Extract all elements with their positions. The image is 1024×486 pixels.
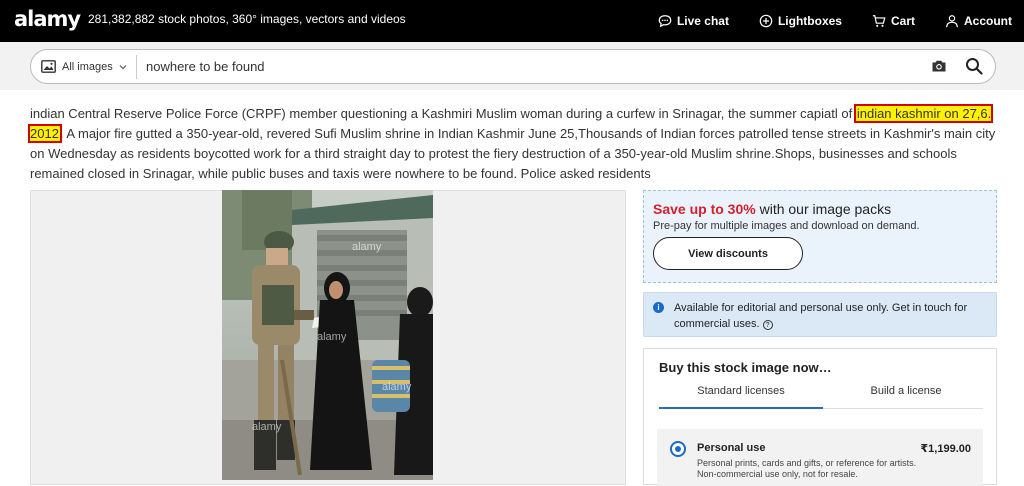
top-bar: alamy 281,382,882 stock photos, 360° ima… — [0, 0, 1024, 42]
photo-illustration: alamy alamy alamy alamy — [222, 190, 433, 480]
cart-icon — [872, 15, 886, 27]
usage-notice-text: Available for editorial and personal use… — [674, 300, 984, 332]
image-type-dropdown[interactable]: All images — [41, 50, 137, 83]
lightboxes-link[interactable]: Lightboxes — [759, 14, 842, 28]
promo-headline-rest: with our image packs — [755, 201, 892, 217]
lightboxes-label: Lightboxes — [777, 14, 842, 28]
watermark: alamy — [252, 421, 282, 433]
image-icon — [41, 60, 56, 73]
usage-notice: i Available for editorial and personal u… — [643, 292, 997, 337]
plus-circle-icon — [759, 14, 773, 28]
site-tagline: 281,382,882 stock photos, 360° images, v… — [88, 12, 406, 26]
top-nav: Live chat Lightboxes Cart Account — [628, 0, 1012, 42]
license-price: ₹1,199.00 — [920, 443, 971, 455]
live-chat-link[interactable]: Live chat — [658, 14, 729, 28]
license-option-personal-use[interactable]: Personal use ₹1,199.00 Personal prints, … — [657, 429, 983, 486]
filter-divider — [136, 55, 137, 79]
image-description: indian Central Reserve Police Force (CRP… — [27, 104, 1002, 184]
buy-title: Buy this stock image now… — [659, 360, 832, 375]
search-area: All images nowhere to be found — [0, 42, 1024, 90]
view-discounts-button[interactable]: View discounts — [653, 237, 803, 270]
promo-discount: Save up to 30% — [653, 201, 756, 217]
promo-headline: Save up to 30% with our image packs — [653, 201, 891, 217]
watermark: alamy — [382, 381, 412, 393]
account-label: Account — [964, 14, 1012, 28]
image-pack-promo: Save up to 30% with our image packs Pre-… — [643, 190, 997, 283]
personal-use-radio[interactable] — [670, 441, 686, 457]
description-text: indian Central Reserve Police Force (CRP… — [30, 106, 856, 121]
user-icon — [946, 15, 958, 28]
search-input[interactable]: nowhere to be found — [146, 59, 265, 74]
license-name: Personal use — [697, 442, 766, 454]
tab-standard-licenses[interactable]: Standard licenses — [659, 385, 823, 397]
watermark: alamy — [317, 331, 347, 343]
description-text-continued: . A major fire gutted a 350-year-old, re… — [30, 126, 996, 181]
search-box: All images nowhere to be found — [30, 49, 996, 84]
alamy-logo[interactable]: alamy — [14, 7, 81, 31]
license-description: Personal prints, cards and gifts, or ref… — [697, 458, 917, 479]
usage-notice-label: Available for editorial and personal use… — [674, 302, 968, 330]
account-link[interactable]: Account — [945, 14, 1012, 28]
active-tab-indicator — [659, 407, 823, 409]
stock-photo[interactable]: alamy alamy alamy alamy — [222, 190, 433, 480]
chat-bubble-icon — [658, 15, 672, 28]
tab-build-a-license[interactable]: Build a license — [824, 385, 988, 397]
camera-icon[interactable] — [931, 58, 947, 74]
info-icon: i — [653, 302, 664, 313]
live-chat-label: Live chat — [676, 14, 729, 28]
promo-subtext: Pre-pay for multiple images and download… — [653, 220, 920, 232]
watermark: alamy — [352, 241, 382, 253]
cart-label: Cart — [890, 14, 915, 28]
chevron-down-icon — [119, 64, 127, 69]
buy-panel: Buy this stock image now… Standard licen… — [643, 348, 997, 486]
help-icon[interactable]: ? — [762, 320, 773, 330]
search-icon[interactable] — [965, 57, 983, 75]
filter-label: All images — [62, 60, 113, 73]
cart-link[interactable]: Cart — [872, 14, 915, 28]
